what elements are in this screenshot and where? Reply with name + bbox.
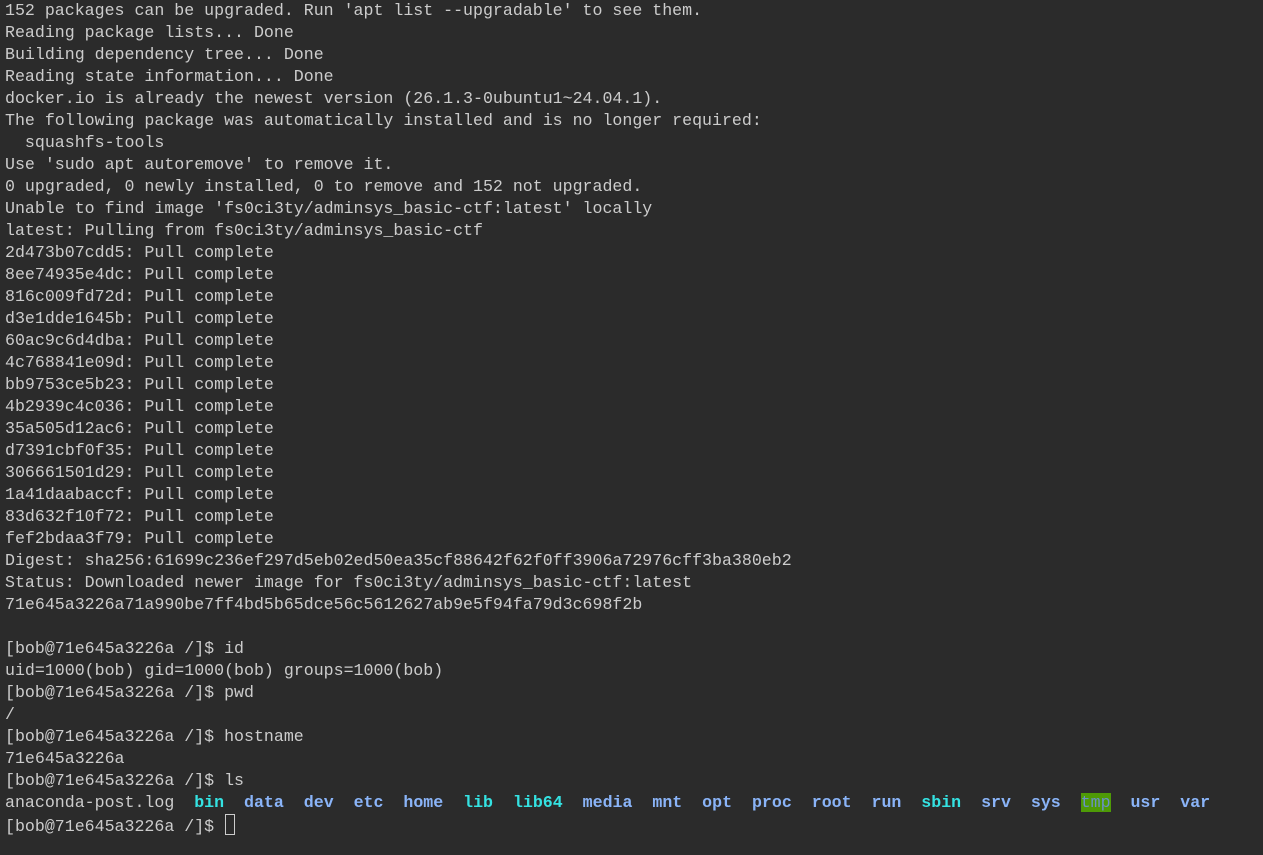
ls-entry-sys: sys [1030,793,1061,812]
ls-entry-lib64: lib64 [512,793,563,812]
shell-prompt: [bob@71e645a3226a /]$ [5,817,225,836]
ls-entry-media: media [582,793,633,812]
ls-entry-run: run [871,793,902,812]
ls-entry-usr: usr [1130,793,1161,812]
output-line: / [5,705,15,724]
output-line: The following package was automatically … [5,111,762,130]
terminal-output: 152 packages can be upgraded. Run 'apt l… [5,0,1263,792]
terminal-window[interactable]: 152 packages can be upgraded. Run 'apt l… [0,0,1263,855]
output-line: 8ee74935e4dc: Pull complete [5,265,274,284]
output-line: 71e645a3226a [5,749,125,768]
prompt-line[interactable]: [bob@71e645a3226a /]$ [5,814,1263,836]
ls-entry-etc: etc [353,793,384,812]
output-line: [bob@71e645a3226a /]$ hostname [5,727,304,746]
output-line: Reading package lists... Done [5,23,294,42]
output-line: [bob@71e645a3226a /]$ id [5,639,244,658]
output-line: 83d632f10f72: Pull complete [5,507,274,526]
output-line: Unable to find image 'fs0ci3ty/adminsys_… [5,199,653,218]
text-cursor[interactable] [225,814,236,835]
ls-entry-dev: dev [303,793,334,812]
output-line: 60ac9c6d4dba: Pull complete [5,331,274,350]
output-line: fef2bdaa3f79: Pull complete [5,529,274,548]
output-line: Reading state information... Done [5,67,334,86]
output-line: uid=1000(bob) gid=1000(bob) groups=1000(… [5,661,444,680]
output-line: d3e1dde1645b: Pull complete [5,309,274,328]
ls-entry-srv: srv [981,793,1011,812]
ls-entry-sbin: sbin [921,793,962,812]
ls-entry-lib: lib [463,793,494,812]
ls-entry-data: data [244,793,284,812]
output-line: latest: Pulling from fs0ci3ty/adminsys_b… [5,221,483,240]
ls-entry-opt: opt [702,793,733,812]
output-line: 152 packages can be upgraded. Run 'apt l… [5,1,703,20]
ls-entry-bin: bin [194,793,225,812]
output-line: [bob@71e645a3226a /]$ ls [5,771,244,790]
output-line: 1a41daabaccf: Pull complete [5,485,274,504]
output-line: squashfs-tools [5,133,165,152]
output-line: 0 upgraded, 0 newly installed, 0 to remo… [5,177,643,196]
output-line: 306661501d29: Pull complete [5,463,274,482]
output-line: Digest: sha256:61699c236ef297d5eb02ed50e… [5,551,792,570]
output-line: docker.io is already the newest version … [5,89,663,108]
ls-entry-var: var [1180,793,1211,812]
ls-output-line: anaconda-post.log bin data dev etc home … [5,792,1263,814]
output-line: [bob@71e645a3226a /]$ pwd [5,683,254,702]
ls-entry-tmp: tmp [1080,793,1111,812]
output-line: Building dependency tree... Done [5,45,324,64]
output-line: d7391cbf0f35: Pull complete [5,441,274,460]
output-line: 816c009fd72d: Pull complete [5,287,274,306]
ls-entry-home: home [403,793,444,812]
ls-entry-mnt: mnt [652,793,683,812]
output-line: 71e645a3226a71a990be7ff4bd5b65dce56c5612… [5,595,643,614]
ls-entry-root: root [811,793,852,812]
output-line: 4b2939c4c036: Pull complete [5,397,274,416]
output-line: 35a505d12ac6: Pull complete [5,419,274,438]
output-line: Status: Downloaded newer image for fs0ci… [5,573,693,592]
ls-entry-anaconda-post-log: anaconda-post.log [5,793,175,812]
output-line: bb9753ce5b23: Pull complete [5,375,274,394]
output-line: 4c768841e09d: Pull complete [5,353,274,372]
output-line: Use 'sudo apt autoremove' to remove it. [5,155,394,174]
output-line: 2d473b07cdd5: Pull complete [5,243,274,262]
ls-entry-proc: proc [751,793,792,812]
